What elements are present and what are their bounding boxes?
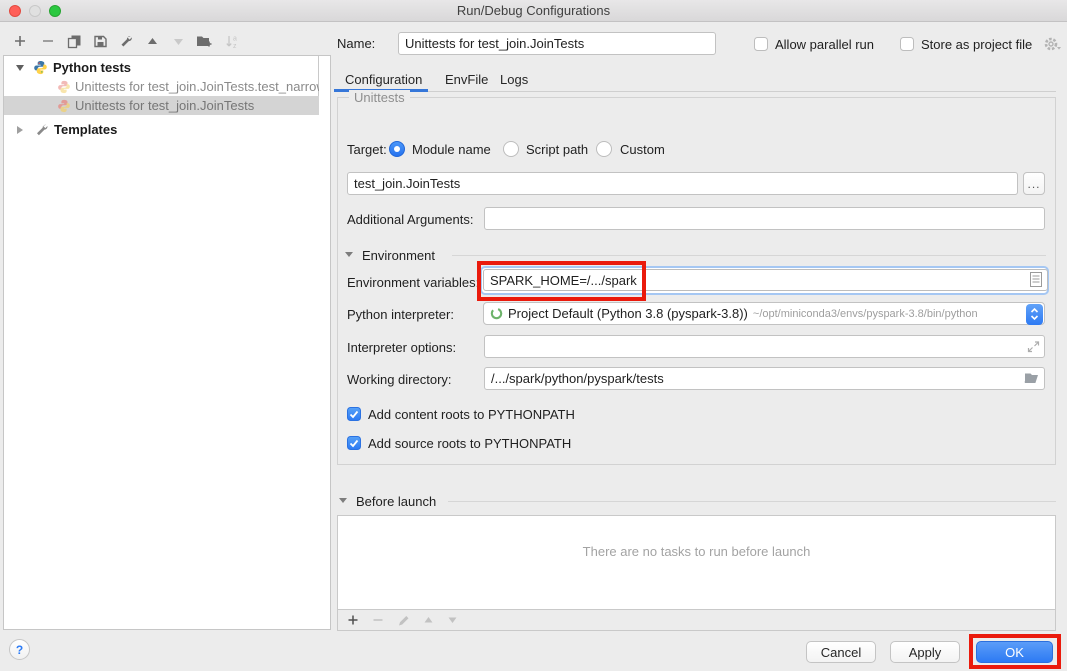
add-configuration-icon[interactable] <box>12 33 28 49</box>
interpreter-options-input[interactable] <box>484 335 1045 358</box>
edit-task-icon[interactable] <box>397 614 410 627</box>
move-task-up-icon[interactable] <box>423 615 434 625</box>
tab-logs[interactable]: Logs <box>500 72 528 87</box>
edit-variables-icon[interactable] <box>1030 272 1042 290</box>
working-directory-input[interactable] <box>484 367 1045 390</box>
title-bar: Run/Debug Configurations <box>0 0 1067 22</box>
tab-configuration[interactable]: Configuration <box>345 72 422 87</box>
allow-parallel-run-label: Allow parallel run <box>775 37 874 52</box>
before-launch-toolbar <box>338 609 1055 630</box>
radio-module-name-label[interactable]: Module name <box>412 142 491 157</box>
radio-script-path-label[interactable]: Script path <box>526 142 588 157</box>
wrench-icon <box>34 123 48 137</box>
additional-arguments-input[interactable] <box>484 207 1045 230</box>
tree-item-label: Unittests for test_join.JoinTests.test_n… <box>75 79 319 94</box>
apply-button[interactable]: Apply <box>890 641 960 663</box>
unittests-group-title: Unittests <box>349 90 410 105</box>
cancel-button[interactable]: Cancel <box>806 641 876 663</box>
window-title: Run/Debug Configurations <box>0 0 1067 21</box>
environment-variables-focus-ring <box>480 266 1049 295</box>
name-label: Name: <box>337 36 375 51</box>
environment-variables-label: Environment variables: <box>347 275 479 290</box>
svg-text:z: z <box>233 43 237 49</box>
interpreter-options-label: Interpreter options: <box>347 340 456 355</box>
add-task-icon[interactable] <box>347 614 359 626</box>
save-configuration-icon[interactable] <box>92 33 108 49</box>
chevron-right-icon[interactable] <box>17 126 23 134</box>
combobox-stepper-icon[interactable] <box>1026 304 1043 325</box>
tab-bar-divider <box>337 91 1056 92</box>
ok-button[interactable]: OK <box>976 641 1053 663</box>
remove-task-icon[interactable] <box>372 614 384 626</box>
python-interpreter-path: ~/opt/miniconda3/envs/pyspark-3.8/bin/py… <box>753 308 978 320</box>
zoom-window-button[interactable] <box>49 5 61 17</box>
store-as-project-file-checkbox[interactable] <box>900 37 914 51</box>
name-input[interactable] <box>398 32 716 55</box>
python-test-icon <box>57 99 71 113</box>
move-up-icon[interactable] <box>144 33 160 49</box>
help-button[interactable]: ? <box>9 639 30 660</box>
tree-item-label: Python tests <box>53 60 131 75</box>
tree-item-jointests-selected[interactable]: Unittests for test_join.JoinTests <box>4 96 319 115</box>
python-interpreter-label: Python interpreter: <box>347 307 454 322</box>
target-label: Target: <box>347 142 387 157</box>
radio-custom-label[interactable]: Custom <box>620 142 665 157</box>
allow-parallel-run-checkbox[interactable] <box>754 37 768 51</box>
edit-templates-icon[interactable] <box>117 33 133 49</box>
gear-icon[interactable] <box>1044 36 1062 55</box>
python-test-icon <box>57 80 71 94</box>
configurations-tree: Python tests Unittests for test_join.Joi… <box>3 55 331 630</box>
chevron-down-icon[interactable] <box>16 65 24 71</box>
environment-section-title[interactable]: Environment <box>362 248 435 263</box>
tree-item-templates[interactable]: Templates <box>4 120 330 139</box>
environment-section-line <box>452 255 1046 256</box>
before-launch-section-line <box>448 501 1056 502</box>
move-task-down-icon[interactable] <box>447 615 458 625</box>
tree-item-python-tests[interactable]: Python tests <box>4 58 319 77</box>
tab-envfile[interactable]: EnvFile <box>445 72 488 87</box>
radio-custom[interactable] <box>596 141 612 157</box>
copy-configuration-icon[interactable] <box>66 33 82 49</box>
python-interpreter-combobox[interactable]: Project Default (Python 3.8 (pyspark-3.8… <box>483 302 1045 325</box>
before-launch-tasks-panel: There are no tasks to run before launch <box>337 515 1056 631</box>
svg-text:a: a <box>233 35 237 42</box>
module-name-input[interactable] <box>347 172 1018 195</box>
add-content-roots-checkbox[interactable] <box>347 407 361 421</box>
run-debug-configurations-dialog: Run/Debug Configurations az Python tests <box>0 0 1067 671</box>
radio-script-path[interactable] <box>503 141 519 157</box>
conda-environment-icon <box>490 307 503 320</box>
close-window-button[interactable] <box>9 5 21 17</box>
minimize-window-button[interactable] <box>29 5 41 17</box>
working-directory-label: Working directory: <box>347 372 452 387</box>
python-interpreter-value: Project Default (Python 3.8 (pyspark-3.8… <box>508 306 748 321</box>
expand-field-icon[interactable] <box>1026 339 1041 357</box>
before-launch-empty-message: There are no tasks to run before launch <box>338 544 1055 559</box>
python-icon <box>33 60 48 75</box>
additional-arguments-label: Additional Arguments: <box>347 212 473 227</box>
remove-configuration-icon[interactable] <box>40 33 56 49</box>
move-down-icon[interactable] <box>170 33 186 49</box>
add-content-roots-label[interactable]: Add content roots to PYTHONPATH <box>368 407 575 422</box>
radio-module-name[interactable] <box>389 141 405 157</box>
add-source-roots-checkbox[interactable] <box>347 436 361 450</box>
store-as-project-file-label: Store as project file <box>921 37 1032 52</box>
browse-module-button[interactable]: ... <box>1023 172 1045 195</box>
folder-browse-icon[interactable] <box>1024 371 1041 388</box>
environment-collapse-icon[interactable] <box>345 252 353 257</box>
add-source-roots-label[interactable]: Add source roots to PYTHONPATH <box>368 436 571 451</box>
new-folder-icon[interactable] <box>196 33 212 49</box>
environment-variables-input[interactable] <box>483 269 1048 291</box>
sort-configurations-icon[interactable]: az <box>224 33 240 49</box>
tree-item-test-narrow[interactable]: Unittests for test_join.JoinTests.test_n… <box>4 77 319 96</box>
before-launch-collapse-icon[interactable] <box>339 498 347 503</box>
tree-item-label: Templates <box>54 122 117 137</box>
tree-item-label: Unittests for test_join.JoinTests <box>75 98 254 113</box>
before-launch-title[interactable]: Before launch <box>356 494 436 509</box>
